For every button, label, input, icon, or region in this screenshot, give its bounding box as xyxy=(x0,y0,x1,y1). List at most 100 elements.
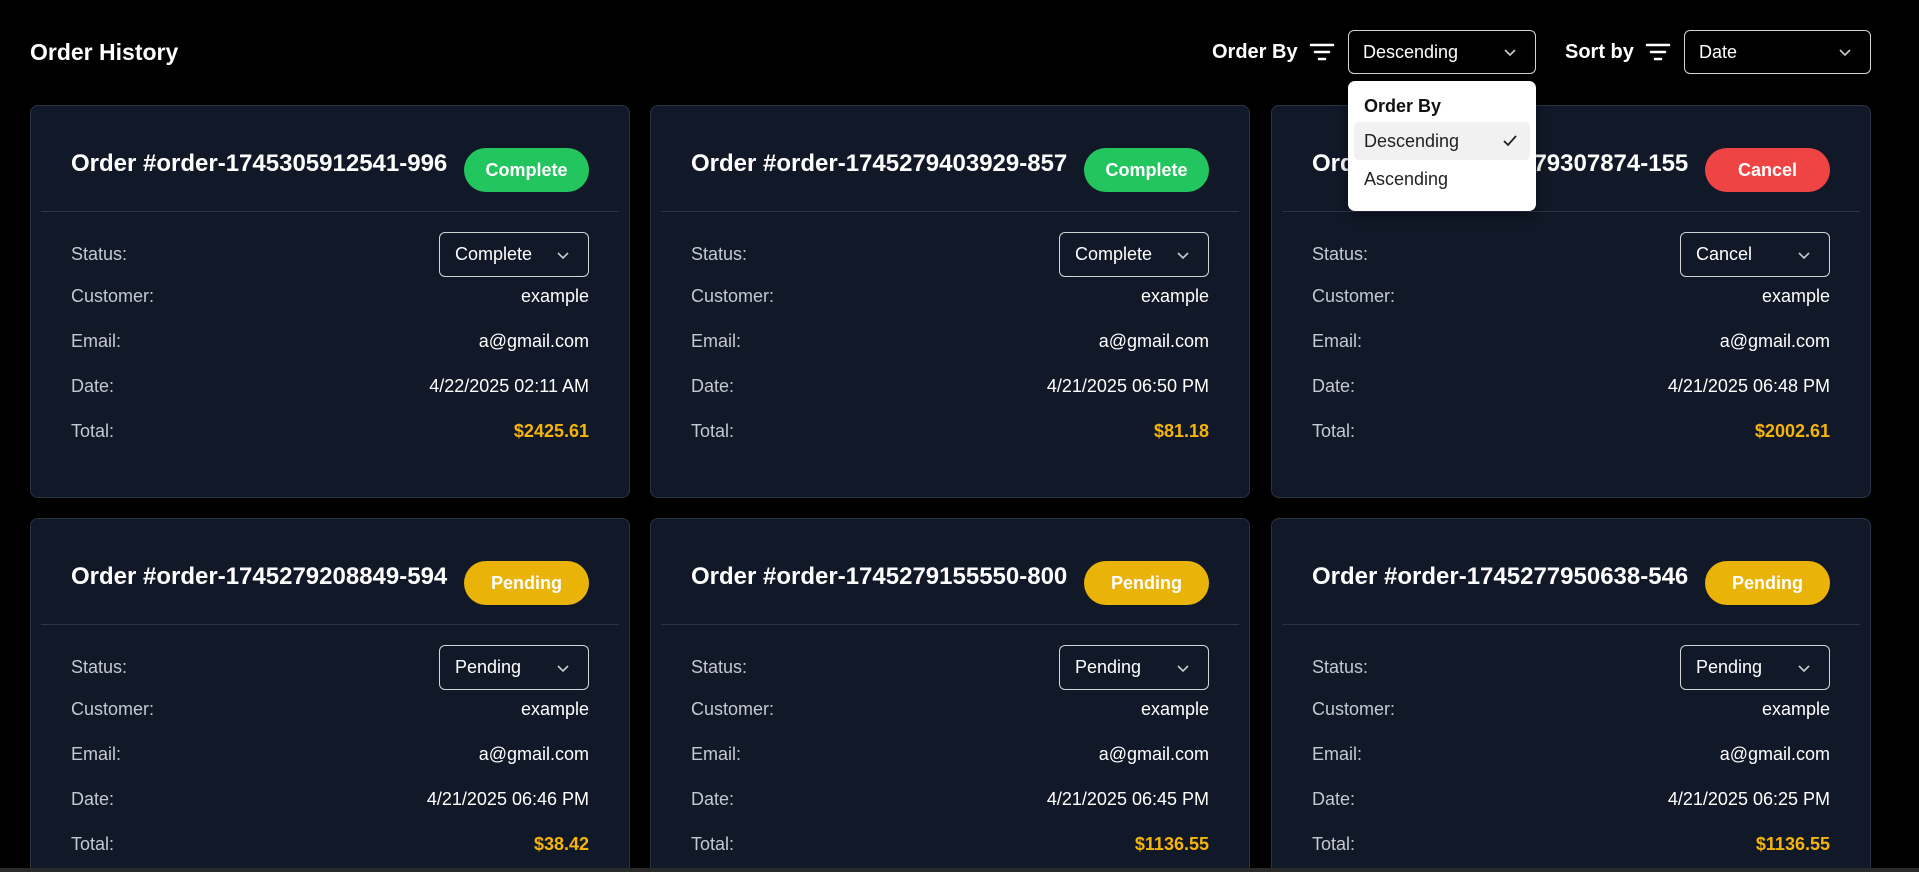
email-value: a@gmail.com xyxy=(1098,744,1209,764)
status-select[interactable]: Pending xyxy=(1059,645,1209,690)
dropdown-option-ascending[interactable]: Ascending xyxy=(1354,160,1530,198)
order-card: Order #order-1745279155550-800 Pending S… xyxy=(650,518,1250,872)
customer-label: Customer: xyxy=(691,699,775,719)
status-badge: Pending xyxy=(1705,561,1830,605)
filter-icon[interactable] xyxy=(1309,40,1335,64)
status-select[interactable]: Complete xyxy=(439,232,589,277)
status-label: Status: xyxy=(1312,244,1369,264)
date-label: Date: xyxy=(1312,376,1356,396)
date-value: 4/21/2025 06:50 PM xyxy=(1046,376,1209,396)
chevron-down-icon xyxy=(1504,49,1516,57)
dropdown-option-descending[interactable]: Descending xyxy=(1354,122,1530,160)
email-label: Email: xyxy=(691,331,742,351)
status-select-value: Pending xyxy=(1696,657,1763,677)
total-value: $1136.55 xyxy=(1755,834,1830,854)
status-select-value: Complete xyxy=(455,244,533,264)
status-label: Status: xyxy=(71,244,128,264)
status-select[interactable]: Complete xyxy=(1059,232,1209,277)
customer-value: example xyxy=(520,699,589,719)
date-value: 4/21/2025 06:46 PM xyxy=(426,789,589,809)
total-label: Total: xyxy=(691,834,735,854)
date-label: Date: xyxy=(1312,789,1356,809)
order-title: Order #order-1745277950638-546 xyxy=(1312,563,1689,590)
status-label: Status: xyxy=(71,657,128,677)
filter-icon[interactable] xyxy=(1645,40,1671,64)
date-value: 4/21/2025 06:45 PM xyxy=(1046,789,1209,809)
page-title: Order History xyxy=(30,39,179,65)
dropdown-heading: Order By xyxy=(1364,96,1442,116)
email-value: a@gmail.com xyxy=(1098,331,1209,351)
status-select-value: Pending xyxy=(1075,657,1142,677)
status-label: Status: xyxy=(1312,657,1369,677)
customer-value: example xyxy=(1761,699,1830,719)
total-label: Total: xyxy=(71,421,115,441)
customer-value: example xyxy=(1761,286,1830,306)
customer-label: Customer: xyxy=(1312,699,1396,719)
date-label: Date: xyxy=(691,376,735,396)
order-by-select-value: Descending xyxy=(1363,41,1459,62)
customer-label: Customer: xyxy=(71,699,155,719)
date-value: 4/21/2025 06:48 PM xyxy=(1667,376,1830,396)
order-title: Order #order-1745279403929-857 xyxy=(691,150,1068,177)
total-label: Total: xyxy=(1312,421,1356,441)
order-history-page: Order History Order By Descending Sort b… xyxy=(0,0,1919,872)
order-title: Order #order-1745305912541-996 xyxy=(71,150,448,177)
card-divider xyxy=(661,624,1239,625)
card-divider xyxy=(1282,211,1860,212)
status-badge: Complete xyxy=(464,148,589,192)
order-card: Order #order-1745305912541-996 Complete … xyxy=(30,105,630,498)
customer-value: example xyxy=(1140,286,1209,306)
date-label: Date: xyxy=(691,789,735,809)
email-label: Email: xyxy=(1312,331,1363,351)
order-by-label: Order By xyxy=(1212,41,1298,63)
date-value: 4/22/2025 02:11 AM xyxy=(429,376,589,396)
order-card: Order #order-1745279208849-594 Pending S… xyxy=(30,518,630,872)
status-select-value: Cancel xyxy=(1696,244,1753,264)
date-label: Date: xyxy=(71,376,115,396)
chevron-down-icon xyxy=(1177,252,1189,260)
card-divider xyxy=(41,624,619,625)
status-badge: Complete xyxy=(1084,148,1209,192)
status-select-value: Complete xyxy=(1075,244,1153,264)
customer-value: example xyxy=(1140,699,1209,719)
status-select[interactable]: Cancel xyxy=(1680,232,1830,277)
total-label: Total: xyxy=(1312,834,1356,854)
dropdown-option-label: Descending xyxy=(1364,131,1460,151)
status-select[interactable]: Pending xyxy=(1680,645,1830,690)
customer-value: example xyxy=(520,286,589,306)
order-by-select[interactable]: Descending xyxy=(1348,30,1536,74)
card-divider xyxy=(1282,624,1860,625)
sort-by-select[interactable]: Date xyxy=(1684,30,1871,74)
bottom-scrollbar[interactable] xyxy=(0,868,1919,872)
email-value: a@gmail.com xyxy=(478,744,589,764)
chevron-down-icon xyxy=(1798,252,1810,260)
total-value: $81.18 xyxy=(1153,421,1209,441)
status-badge: Cancel xyxy=(1705,148,1830,192)
email-value: a@gmail.com xyxy=(1719,744,1830,764)
order-card: Order #order-1745277950638-546 Pending S… xyxy=(1271,518,1871,872)
total-value: $2425.61 xyxy=(513,421,589,441)
chevron-down-icon xyxy=(1839,49,1851,57)
order-by-dropdown-menu: Order By Descending Ascending xyxy=(1348,81,1536,211)
chevron-down-icon xyxy=(1798,665,1810,673)
email-label: Email: xyxy=(691,744,742,764)
total-value: $38.42 xyxy=(533,834,589,854)
customer-label: Customer: xyxy=(1312,286,1396,306)
email-label: Email: xyxy=(71,744,122,764)
chevron-down-icon xyxy=(1177,665,1189,673)
sort-by-label: Sort by xyxy=(1565,41,1634,63)
date-label: Date: xyxy=(71,789,115,809)
order-title: Order #order-1745279208849-594 xyxy=(71,563,448,590)
email-value: a@gmail.com xyxy=(1719,331,1830,351)
sort-by-select-value: Date xyxy=(1699,41,1738,62)
customer-label: Customer: xyxy=(691,286,775,306)
status-select-value: Pending xyxy=(455,657,522,677)
order-card: Order #order-1745279403929-857 Complete … xyxy=(650,105,1250,498)
status-label: Status: xyxy=(691,657,748,677)
email-value: a@gmail.com xyxy=(478,331,589,351)
status-select[interactable]: Pending xyxy=(439,645,589,690)
total-label: Total: xyxy=(71,834,115,854)
email-label: Email: xyxy=(1312,744,1363,764)
customer-label: Customer: xyxy=(71,286,155,306)
status-label: Status: xyxy=(691,244,748,264)
